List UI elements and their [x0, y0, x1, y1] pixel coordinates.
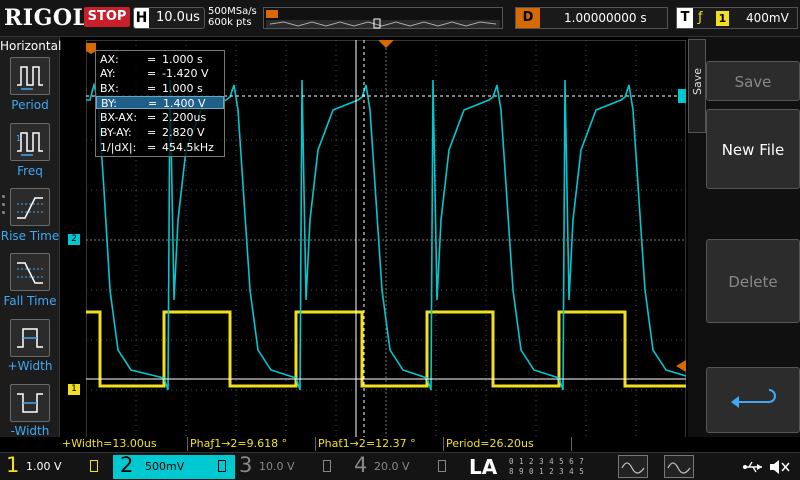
sine-wave-icon: [621, 462, 645, 474]
channel-1[interactable]: 1 1.00 V: [6, 453, 106, 479]
timebase-display[interactable]: H 10.0us: [133, 7, 205, 29]
memory-depth: 600k pts: [208, 17, 252, 28]
channel-bar: 1 1.00 V 2 500mV 3 10.0 V 4 20.0 V LA 0 …: [0, 452, 800, 480]
measurement-period[interactable]: Period=26.20us: [444, 437, 572, 451]
horizontal-delay[interactable]: D 1.00000000 s: [515, 7, 668, 29]
rigol-logo: RIGOL: [4, 5, 89, 31]
measurement-phase-rise[interactable]: Phaƒ1→2=9.618 °: [188, 437, 316, 451]
fall-time-icon: [17, 262, 43, 284]
memory-position-bar[interactable]: [263, 7, 503, 29]
svg-text:1: 1: [16, 134, 21, 143]
frequency-button[interactable]: 1: [10, 123, 50, 161]
ch2-scale: 500mV: [145, 460, 185, 473]
rising-edge-icon: ƒ: [698, 10, 703, 25]
cursor-row: BX-AX: = 2.200us: [100, 111, 207, 124]
cursor-row: AY: = -1.420 V: [100, 67, 209, 80]
timebase-value: 10.0us: [156, 10, 200, 25]
ch1-scale: 1.00 V: [26, 460, 62, 473]
ch4-scale: 20.0 V: [374, 460, 410, 473]
cursor-row-selected: BY: = 1.400 V: [96, 96, 224, 110]
trigger-label: T: [677, 8, 693, 28]
frequency-icon: 1: [16, 132, 43, 156]
delete-button[interactable]: Delete: [706, 239, 800, 323]
logic-analyzer[interactable]: LA 0 1 2 3 4 5 6 7 8 9 0 1 2 3 4 5: [465, 455, 605, 479]
cursor-b-level-marker: [678, 89, 686, 103]
usb-icon: [743, 461, 762, 473]
rise-time-icon: [17, 197, 43, 219]
positive-width-icon: [17, 328, 43, 348]
trigger-info[interactable]: T ƒ 1 400mV: [676, 7, 798, 29]
frequency-label: Freq: [17, 164, 43, 178]
speaker-muted-icon[interactable]: [768, 458, 792, 476]
acquisition-info: 500MSa/s 600k pts: [208, 6, 257, 28]
fall-time-button[interactable]: [10, 253, 50, 291]
horizontal-measure-menu: Horizontal Period 1 Freq Rise Time Fall …: [0, 37, 62, 438]
return-button[interactable]: [706, 367, 800, 433]
save-menu: Save Save New File Delete: [688, 37, 800, 437]
negative-width-icon: [17, 393, 43, 413]
channel-3[interactable]: 3 10.0 V: [239, 453, 339, 479]
la-channel-bits: 0 1 2 3 4 5 6 7 8 9 0 1 2 3 4 5: [509, 457, 585, 476]
negative-width-label: -Width: [10, 424, 50, 438]
memory-waveform-thumbnail: [269, 18, 497, 29]
cursor-row: BY-AY: = 2.820 V: [100, 126, 205, 139]
save-button[interactable]: Save: [706, 61, 800, 101]
run-stop-status[interactable]: STOP: [84, 7, 130, 27]
positive-width-button[interactable]: [10, 319, 50, 357]
fall-time-label: Fall Time: [3, 294, 57, 308]
delay-value: 1.00000000 s: [564, 11, 647, 25]
measurement-bar: +Width=13.00us Phaƒ1→2=9.618 ° Phaƭ1→2=1…: [60, 437, 688, 452]
signal-source-1-button[interactable]: [618, 455, 648, 478]
cursor-row: AX: = 1.000 s: [100, 53, 203, 66]
rise-time-button[interactable]: [10, 188, 50, 226]
sample-rate: 500MSa/s: [208, 6, 257, 17]
channel-2[interactable]: 2 500mV: [113, 453, 235, 479]
menu-page-dots: [2, 195, 6, 219]
timebase-label: H: [134, 8, 149, 28]
positive-width-label: +Width: [7, 359, 53, 373]
return-arrow-icon: [731, 389, 776, 408]
measurement-phase-fall[interactable]: Phaƭ1→2=12.37 °: [316, 437, 444, 451]
ch1-offset-marker[interactable]: 1: [68, 384, 80, 395]
status-bar: RIGOL STOP H 10.0us 500MSa/s 600k pts D …: [0, 0, 800, 37]
ch2-coupling-icon: [218, 460, 226, 472]
cursor-readout: AX: = 1.000 s AY: = -1.420 V BX: = 1.000 s BY:…: [95, 50, 225, 157]
menu-title: Horizontal: [0, 39, 62, 53]
period-button[interactable]: [10, 57, 50, 95]
cursor-row: 1/|dX|: = 454.5kHz: [100, 141, 214, 154]
period-label: Period: [11, 98, 49, 112]
rise-time-label: Rise Time: [0, 229, 60, 243]
period-icon: [17, 66, 43, 90]
ch3-scale: 10.0 V: [259, 460, 295, 473]
new-file-button[interactable]: New File: [706, 109, 800, 189]
measurement-positive-width[interactable]: +Width=13.00us: [60, 437, 188, 451]
cursor-row: BX: = 1.000 s: [100, 82, 203, 95]
trigger-source: 1: [716, 11, 729, 26]
delay-label: D: [516, 8, 540, 28]
ch4-coupling-icon: [438, 460, 446, 472]
signal-source-2-button[interactable]: [664, 455, 694, 478]
save-menu-tab[interactable]: Save: [688, 39, 706, 133]
channel-4[interactable]: 4 20.0 V: [354, 453, 454, 479]
ch1-coupling-icon: [90, 460, 98, 472]
sine-wave-icon: [667, 462, 691, 474]
trigger-level: 400mV: [746, 11, 789, 25]
ch3-coupling-icon: [323, 460, 331, 472]
ch2-offset-marker[interactable]: 2: [68, 234, 80, 245]
negative-width-button[interactable]: [10, 384, 50, 422]
